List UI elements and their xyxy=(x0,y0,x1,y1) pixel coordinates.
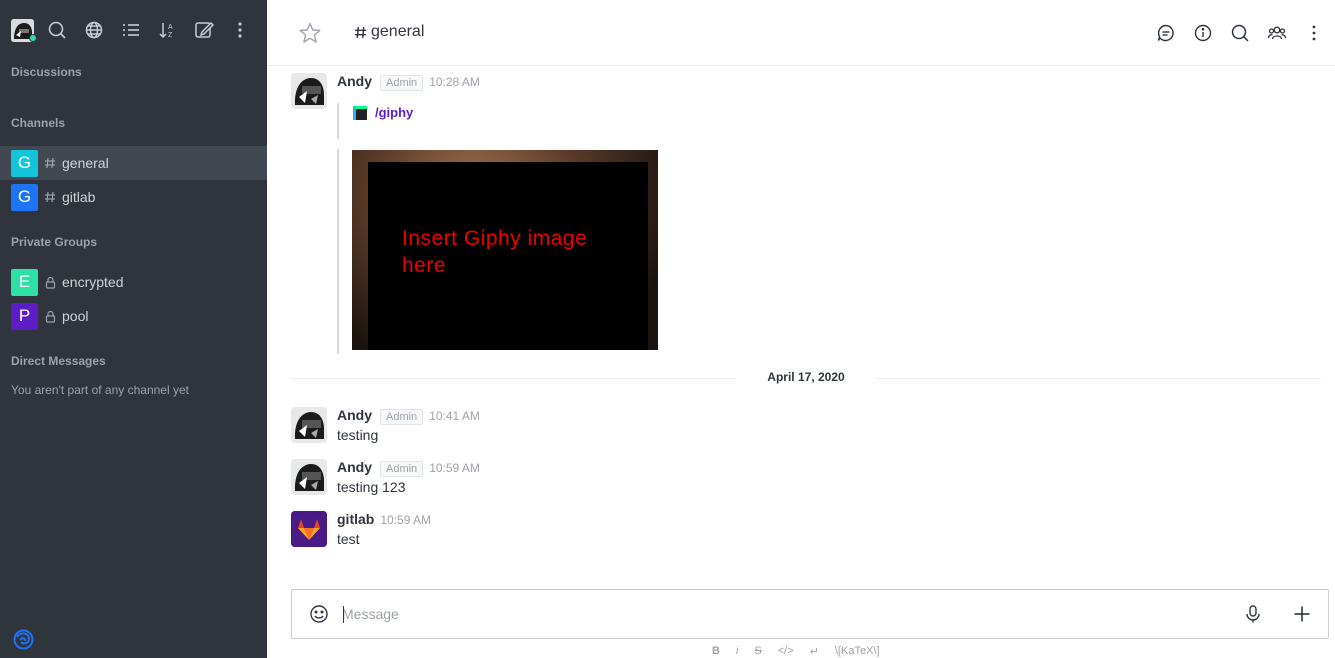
divider-date: April 17, 2020 xyxy=(767,370,845,384)
katex-format-button[interactable]: \[KaTeX\] xyxy=(835,645,880,657)
message-item[interactable]: Andy Admin 10:41 AM testing xyxy=(291,407,1321,451)
gitlab-avatar[interactable] xyxy=(291,511,327,547)
code-format-button[interactable]: </> xyxy=(778,645,794,657)
room-header: general xyxy=(267,0,1335,66)
user-avatar[interactable] xyxy=(291,407,327,443)
giphy-placeholder-text: Insert Giphy image here xyxy=(402,227,588,277)
directory-globe-icon[interactable] xyxy=(83,19,105,41)
message-header: Andy Admin 10:59 AM xyxy=(337,459,480,477)
role-badge: Admin xyxy=(380,461,424,477)
message-item[interactable]: gitlab 10:59 AM test xyxy=(291,511,1321,555)
sidebar-section-private-groups: Private Groups xyxy=(11,235,98,249)
message-time: 10:59 AM xyxy=(380,513,432,527)
message-header: Andy Admin 10:41 AM xyxy=(337,407,480,425)
message-time: 10:41 AM xyxy=(429,409,480,423)
message-author[interactable]: Andy xyxy=(337,459,372,475)
view-mode-list-icon[interactable] xyxy=(120,19,142,41)
sidebar-item-pool[interactable]: P pool xyxy=(0,299,267,333)
emoji-icon[interactable] xyxy=(308,603,330,625)
room-avatar: E xyxy=(11,268,38,296)
date-divider: April 17, 2020 xyxy=(291,368,1321,388)
message-time: 10:28 AM xyxy=(429,75,480,89)
hash-icon xyxy=(44,156,56,170)
sort-icon[interactable]: AZ xyxy=(156,19,178,41)
search-messages-icon[interactable] xyxy=(1229,22,1251,44)
sidebar-section-direct-messages: Direct Messages xyxy=(11,354,106,368)
room-avatar: G xyxy=(11,183,38,211)
discussion-icon[interactable] xyxy=(1155,22,1177,44)
sidebar-section-discussions[interactable]: Discussions xyxy=(11,65,82,79)
microphone-icon[interactable] xyxy=(1242,603,1264,625)
message-item[interactable]: Andy Admin 10:59 AM testing 123 xyxy=(291,459,1321,503)
user-avatar[interactable] xyxy=(291,73,327,109)
sidebar-item-label: encrypted xyxy=(62,274,124,290)
message-input[interactable] xyxy=(342,602,1222,626)
formatting-toolbar: B i S </> ↵ \[KaTeX\] xyxy=(712,644,896,658)
message-header: gitlab 10:59 AM xyxy=(337,511,431,527)
sidebar-section-channels: Channels xyxy=(11,116,66,130)
divider-line xyxy=(876,378,1321,379)
members-icon[interactable] xyxy=(1266,22,1288,44)
giphy-attachment-link[interactable]: /giphy xyxy=(353,105,413,120)
message-body: test xyxy=(337,531,360,547)
svg-text:Z: Z xyxy=(168,32,173,39)
sidebar-item-label: pool xyxy=(62,308,89,324)
message-header: Andy Admin 10:28 AM xyxy=(337,73,480,91)
giphy-logo-icon xyxy=(353,105,367,120)
direct-messages-empty-text: You aren't part of any channel yet xyxy=(11,383,189,397)
more-options-icon[interactable] xyxy=(229,19,251,41)
sidebar-item-encrypted[interactable]: E encrypted xyxy=(0,265,267,299)
create-new-icon[interactable] xyxy=(193,19,215,41)
message-body: testing xyxy=(337,427,379,443)
room-title: general xyxy=(354,23,424,41)
message-time: 10:59 AM xyxy=(429,461,480,475)
sidebar-item-label: gitlab xyxy=(62,189,96,205)
sidebar: AZ Discussions Channels G general G gitl… xyxy=(0,0,267,658)
sidebar-item-label: general xyxy=(62,155,109,171)
attachment-border xyxy=(337,149,339,354)
italic-format-button[interactable]: i xyxy=(736,645,738,657)
giphy-image[interactable]: Insert Giphy image here xyxy=(352,150,658,350)
room-name: general xyxy=(371,23,425,40)
sidebar-item-gitlab[interactable]: G gitlab xyxy=(0,180,267,214)
role-badge: Admin xyxy=(380,75,424,91)
message-list[interactable]: Andy Admin 10:28 AM /giphy Insert Giphy … xyxy=(267,67,1335,587)
message-author[interactable]: Andy xyxy=(337,73,372,89)
message-body: testing 123 xyxy=(337,479,406,495)
hash-icon xyxy=(44,190,56,204)
strike-format-button[interactable]: S xyxy=(754,645,761,657)
message-item[interactable]: Andy Admin 10:28 AM /giphy Insert Giphy … xyxy=(291,73,1321,358)
search-icon[interactable] xyxy=(46,19,68,41)
user-avatar[interactable] xyxy=(291,459,327,495)
plus-icon[interactable] xyxy=(1291,603,1313,625)
sidebar-item-general[interactable]: G general xyxy=(0,146,267,180)
text-caret xyxy=(343,606,344,623)
kebab-menu-icon[interactable] xyxy=(1303,22,1325,44)
favorite-star-icon[interactable] xyxy=(298,21,322,45)
hash-icon xyxy=(354,26,367,39)
lock-icon xyxy=(44,309,56,323)
room-info-icon[interactable] xyxy=(1192,22,1214,44)
lock-icon xyxy=(44,275,56,289)
room-avatar: G xyxy=(11,149,38,177)
sidebar-toolbar: AZ xyxy=(0,0,267,60)
attachment-border xyxy=(337,103,339,139)
message-composer xyxy=(291,589,1329,639)
bold-format-button[interactable]: B xyxy=(712,645,720,657)
rocketchat-logo-icon[interactable] xyxy=(11,627,36,652)
attachment-title[interactable]: /giphy xyxy=(375,105,413,120)
message-author[interactable]: Andy xyxy=(337,407,372,423)
divider-line xyxy=(291,378,736,379)
room-avatar: P xyxy=(11,302,38,330)
svg-text:A: A xyxy=(168,24,173,31)
message-author[interactable]: gitlab xyxy=(337,511,374,527)
role-badge: Admin xyxy=(380,409,424,425)
multiline-format-button[interactable]: ↵ xyxy=(810,645,819,658)
online-status-indicator xyxy=(29,34,37,42)
